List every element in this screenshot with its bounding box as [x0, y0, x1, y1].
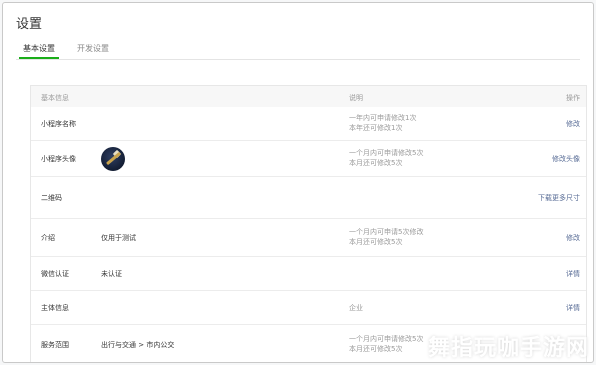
avatar: [101, 147, 125, 171]
row-desc-line: 本月还可修改5次: [349, 238, 403, 246]
row-label: 主体信息: [41, 304, 69, 312]
modify-name-link[interactable]: 修改: [566, 119, 580, 129]
row-desc-line: 一个月内可申请修改5次: [349, 335, 424, 343]
row-desc-line: 一个月内可申请修改5次: [349, 149, 424, 157]
table-row-name: 小程序名称 一年内可申请修改1次 本年还可修改1次 修改: [31, 107, 586, 141]
verification-details-link[interactable]: 详情: [566, 269, 580, 279]
table-row-qrcode: 二维码 下载更多尺寸: [31, 177, 586, 219]
row-desc-line: 一个月内可申请5次修改: [349, 228, 424, 236]
header-basic-info: 基本信息: [41, 94, 69, 102]
tab-basic-settings[interactable]: 基本设置: [19, 43, 59, 59]
row-desc-line: 本年还可修改1次: [349, 124, 403, 132]
table-row-subject: 主体信息 企业 详情: [31, 291, 586, 325]
row-value: 出行与交通 > 市内公交: [101, 341, 175, 349]
table-row-verification: 微信认证 未认证 详情: [31, 257, 586, 291]
table-row-avatar: 小程序头像 一个月内可申请修改5次 本月还可修改5次 修改头像: [31, 141, 586, 177]
row-label: 微信认证: [41, 270, 69, 278]
basic-info-table: 基本信息 说明 操作 小程序名称 一年内可申请修改1次 本年还可修改1次 修改 …: [30, 85, 587, 362]
tab-divider: [16, 59, 580, 60]
download-qrcode-link[interactable]: 下载更多尺寸: [538, 193, 580, 203]
row-label: 二维码: [41, 194, 62, 202]
watermark: 舞指玩咖手游网: [427, 336, 589, 361]
row-value: 未认证: [101, 270, 122, 278]
modify-intro-link[interactable]: 修改: [566, 233, 580, 243]
row-desc-line: 本月还可修改5次: [349, 345, 403, 353]
table-row-intro: 介绍 仅用于测试 一个月内可申请5次修改 本月还可修改5次 修改: [31, 219, 586, 257]
subject-details-link[interactable]: 详情: [566, 303, 580, 313]
row-value: 仅用于测试: [101, 234, 136, 242]
row-desc-line: 企业: [349, 304, 363, 312]
row-label: 小程序名称: [41, 120, 76, 128]
tab-dev-settings[interactable]: 开发设置: [73, 43, 113, 59]
row-label: 介绍: [41, 234, 55, 242]
table-header: 基本信息 说明 操作: [31, 86, 586, 107]
row-desc-line: 一年内可申请修改1次: [349, 114, 417, 122]
row-label: 服务范围: [41, 341, 69, 349]
row-desc-line: 本月还可修改5次: [349, 159, 403, 167]
modify-avatar-link[interactable]: 修改头像: [552, 154, 580, 164]
header-description: 说明: [349, 94, 363, 102]
row-label: 小程序头像: [41, 155, 76, 163]
page-title: 设置: [16, 17, 43, 32]
header-operation: 操作: [566, 94, 580, 102]
settings-window: 设置 基本设置 开发设置 基本信息 说明 操作 小程序名称 一年内可申请修改1次…: [2, 2, 594, 363]
